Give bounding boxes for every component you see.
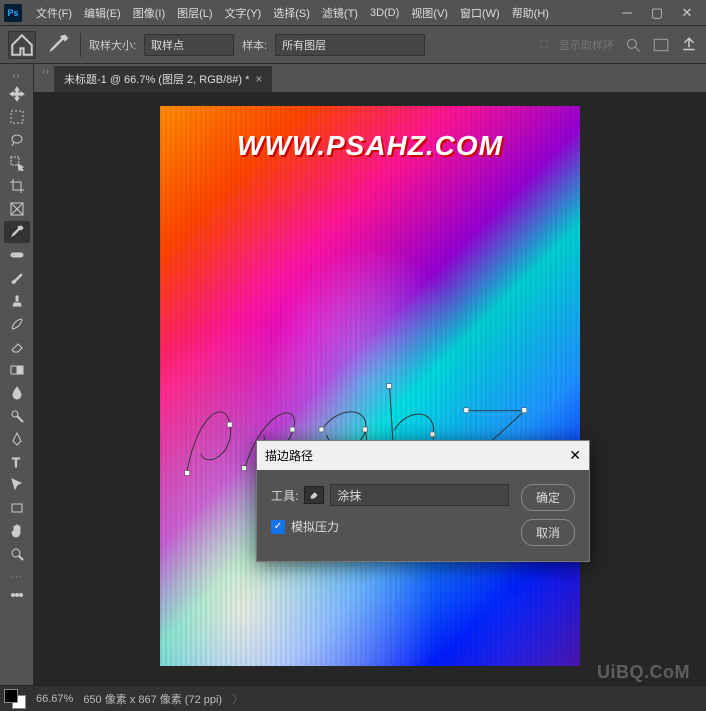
window-controls: ─ ▢ ✕	[612, 2, 702, 24]
move-tool[interactable]	[4, 83, 30, 105]
ok-button[interactable]: 确定	[521, 484, 575, 511]
panel-icon[interactable]	[652, 36, 670, 54]
chevron-right-icon[interactable]: 〉	[232, 691, 243, 707]
eyedropper-tool-icon[interactable]	[44, 31, 72, 59]
document-tab[interactable]: 未标题-1 @ 66.7% (图层 2, RGB/8#) * ×	[54, 65, 272, 92]
site-watermark: UiBQ.CoM	[597, 662, 690, 683]
sample-size-select[interactable]: 取样点	[144, 34, 234, 56]
edit-toolbar-icon[interactable]	[4, 584, 30, 606]
search-icon[interactable]	[624, 36, 642, 54]
smudge-icon	[304, 486, 324, 504]
pen-tool[interactable]	[4, 428, 30, 450]
status-bar: 66.67% 650 像素 x 867 像素 (72 ppi) 〉	[0, 685, 706, 711]
dodge-tool[interactable]	[4, 405, 30, 427]
frame-tool[interactable]	[4, 198, 30, 220]
crop-tool[interactable]	[4, 175, 30, 197]
home-icon[interactable]	[8, 31, 36, 59]
dialog-close-icon[interactable]: ✕	[569, 447, 581, 464]
healing-brush-tool[interactable]	[4, 244, 30, 266]
path-select-tool[interactable]	[4, 474, 30, 496]
menu-help[interactable]: 帮助(H)	[506, 5, 555, 21]
eraser-tool[interactable]	[4, 336, 30, 358]
simulate-pressure-label: 模拟压力	[291, 518, 339, 535]
tools-panel: ›› T ⋯	[0, 64, 34, 685]
tab-close-icon[interactable]: ×	[255, 72, 262, 86]
document-tab-title: 未标题-1 @ 66.7% (图层 2, RGB/8#) *	[64, 71, 249, 87]
app-logo: Ps	[4, 4, 22, 22]
tab-bar: ›› 未标题-1 @ 66.7% (图层 2, RGB/8#) * ×	[34, 64, 706, 92]
dialog-title-text: 描边路径	[265, 447, 313, 464]
show-sample-ring-label: 显示取样环	[559, 37, 614, 53]
canvas-viewport[interactable]: WWW.PSAHZ.COM	[34, 92, 706, 685]
watermark-text: WWW.PSAHZ.COM	[160, 130, 580, 162]
divider	[80, 33, 81, 57]
history-brush-tool[interactable]	[4, 313, 30, 335]
menu-image[interactable]: 图像(I)	[127, 5, 171, 21]
tool-select[interactable]: 涂抹	[330, 484, 509, 506]
rectangle-tool[interactable]	[4, 497, 30, 519]
menu-3d[interactable]: 3D(D)	[364, 7, 405, 19]
zoom-level[interactable]: 66.67%	[36, 693, 73, 705]
tab-collapse-icon[interactable]: ››	[38, 64, 54, 78]
clone-stamp-tool[interactable]	[4, 290, 30, 312]
document-info[interactable]: 650 像素 x 867 像素 (72 ppi)	[83, 691, 222, 707]
hand-tool[interactable]	[4, 520, 30, 542]
lasso-tool[interactable]	[4, 129, 30, 151]
document-area: ›› 未标题-1 @ 66.7% (图层 2, RGB/8#) * × WWW.…	[34, 64, 706, 685]
menu-file[interactable]: 文件(F)	[30, 5, 78, 21]
dialog-titlebar[interactable]: 描边路径 ✕	[257, 441, 589, 470]
marquee-tool[interactable]	[4, 106, 30, 128]
menu-select[interactable]: 选择(S)	[267, 5, 316, 21]
eyedropper-tool[interactable]	[4, 221, 30, 243]
type-tool[interactable]: T	[4, 451, 30, 473]
zoom-tool[interactable]	[4, 543, 30, 565]
menu-edit[interactable]: 编辑(E)	[78, 5, 127, 21]
sample-size-label: 取样大小:	[89, 37, 136, 53]
simulate-pressure-checkbox[interactable]: ✓	[271, 520, 285, 534]
minimize-button[interactable]: ─	[612, 2, 642, 24]
close-button[interactable]: ✕	[672, 2, 702, 24]
menu-window[interactable]: 窗口(W)	[454, 5, 506, 21]
menu-filter[interactable]: 滤镜(T)	[316, 5, 364, 21]
color-swatches[interactable]	[4, 689, 26, 709]
collapse-icon[interactable]: ››	[13, 68, 21, 82]
menu-layer[interactable]: 图层(L)	[171, 5, 218, 21]
stroke-path-dialog: 描边路径 ✕ 工具: 涂抹 ✓ 模拟压力 确定 取消	[256, 440, 590, 562]
quick-select-tool[interactable]	[4, 152, 30, 174]
sample-select[interactable]: 所有图层	[275, 34, 425, 56]
svg-text:T: T	[12, 455, 20, 470]
canvas[interactable]: WWW.PSAHZ.COM	[160, 106, 580, 666]
share-icon[interactable]	[680, 36, 698, 54]
menu-type[interactable]: 文字(Y)	[219, 5, 268, 21]
menu-view[interactable]: 视图(V)	[405, 5, 454, 21]
brush-tool[interactable]	[4, 267, 30, 289]
blur-tool[interactable]	[4, 382, 30, 404]
tool-label: 工具:	[271, 487, 298, 504]
maximize-button[interactable]: ▢	[642, 2, 672, 24]
options-bar: 取样大小: 取样点 样本: 所有图层 ☐ 显示取样环	[0, 26, 706, 64]
gradient-tool[interactable]	[4, 359, 30, 381]
menu-bar: Ps 文件(F) 编辑(E) 图像(I) 图层(L) 文字(Y) 选择(S) 滤…	[0, 0, 706, 26]
foreground-color-swatch[interactable]	[4, 689, 18, 703]
tool-options-icon[interactable]: ⋯	[11, 570, 22, 583]
sample-label: 样本:	[242, 37, 267, 53]
cancel-button[interactable]: 取消	[521, 519, 575, 546]
